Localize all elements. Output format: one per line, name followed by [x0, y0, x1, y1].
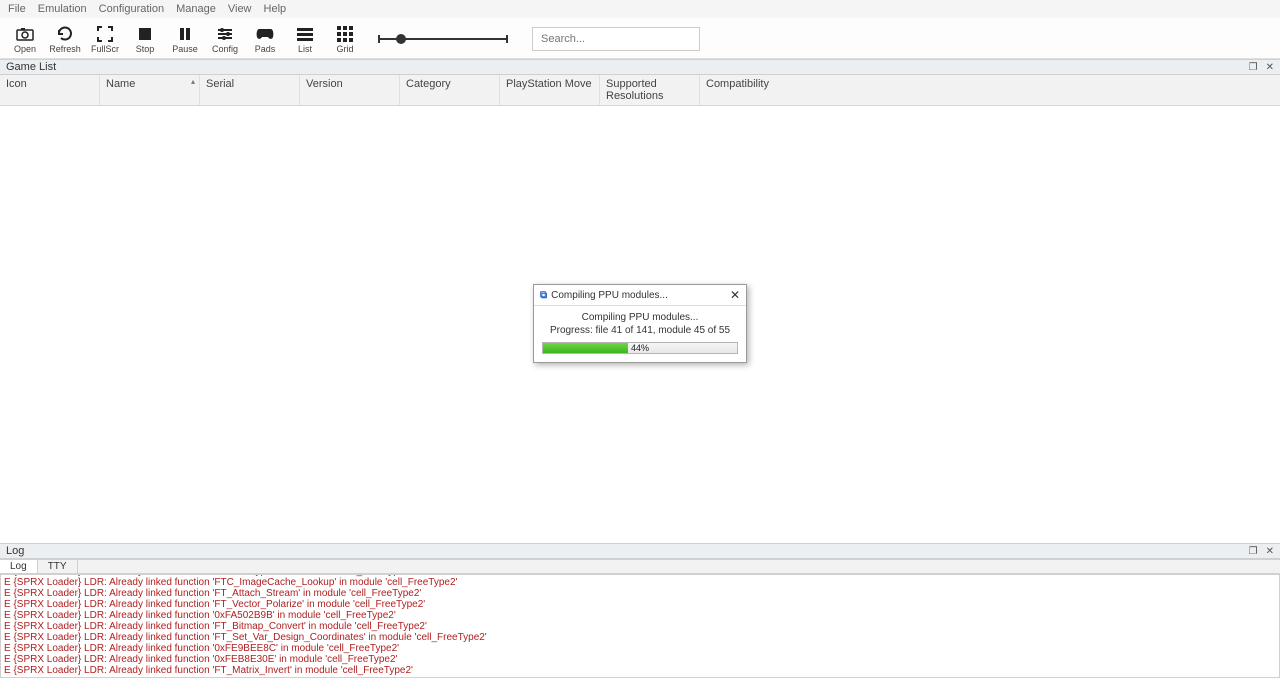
dialog-progress-text: Progress: file 41 of 141, module 45 of 5…	[542, 325, 738, 336]
log-line: E {SPRX Loader} LDR: Already linked func…	[4, 577, 1276, 588]
fullscreen-button[interactable]: FullScr	[88, 22, 122, 56]
icon-size-slider[interactable]	[378, 38, 508, 40]
menu-help[interactable]: Help	[264, 3, 287, 15]
sort-asc-icon: ▴	[191, 77, 195, 86]
log-panel-header: Log ❐ ✕	[0, 543, 1280, 559]
log-line: E {SPRX Loader} LDR: Already linked func…	[4, 610, 1276, 621]
menu-view[interactable]: View	[228, 3, 252, 15]
menu-bar: File Emulation Configuration Manage View…	[0, 0, 1280, 18]
log-line: E {SPRX Loader} LDR: Already linked func…	[4, 621, 1276, 632]
pause-button[interactable]: Pause	[168, 22, 202, 56]
stop-label: Stop	[136, 44, 155, 54]
refresh-label: Refresh	[49, 44, 81, 54]
refresh-button[interactable]: Refresh	[48, 22, 82, 56]
stop-icon	[138, 25, 152, 43]
log-panel: Log ❐ ✕ Log TTY E {SPRX Loader} LDR: Alr…	[0, 543, 1280, 678]
menu-manage[interactable]: Manage	[176, 3, 216, 15]
log-line: E {SPRX Loader} LDR: Already linked func…	[4, 599, 1276, 610]
gamelist-title: Game List	[6, 61, 56, 73]
stop-button[interactable]: Stop	[128, 22, 162, 56]
gamepad-icon	[256, 25, 274, 43]
column-serial[interactable]: Serial	[200, 75, 300, 105]
fullscreen-label: FullScr	[91, 44, 119, 54]
log-line: E {SPRX Loader} LDR: Already linked func…	[4, 654, 1276, 665]
column-name[interactable]: Name▴	[100, 75, 200, 105]
log-tabs: Log TTY	[0, 559, 1280, 574]
log-line: E {SPRX Loader} LDR: Already linked func…	[4, 643, 1276, 654]
close-icon[interactable]: ✕	[730, 288, 740, 302]
column-icon[interactable]: Icon	[0, 75, 100, 105]
tab-log[interactable]: Log	[0, 560, 38, 573]
pads-label: Pads	[255, 44, 276, 54]
restore-log-icon[interactable]: ❐	[1249, 546, 1258, 557]
log-body[interactable]: E {SPRX Loader} LDR: Already linked func…	[0, 574, 1280, 678]
log-title: Log	[6, 545, 24, 557]
close-panel-icon[interactable]: ✕	[1266, 62, 1274, 73]
list-label: List	[298, 44, 312, 54]
dialog-message: Compiling PPU modules...	[542, 312, 738, 323]
dialog-titlebar[interactable]: ⧉ Compiling PPU modules... ✕	[534, 285, 746, 306]
menu-file[interactable]: File	[8, 3, 26, 15]
column-resolutions[interactable]: Supported Resolutions	[600, 75, 700, 105]
progress-bar: 44%	[542, 342, 738, 354]
column-compatibility[interactable]: Compatibility	[700, 75, 800, 105]
camera-icon	[16, 25, 34, 43]
restore-icon[interactable]: ❐	[1249, 62, 1258, 73]
pads-button[interactable]: Pads	[248, 22, 282, 56]
config-label: Config	[212, 44, 238, 54]
column-psmove[interactable]: PlayStation Move	[500, 75, 600, 105]
grid-label: Grid	[336, 44, 353, 54]
config-button[interactable]: Config	[208, 22, 242, 56]
grid-icon	[337, 25, 353, 43]
gamelist-columns: Icon Name▴ Serial Version Category PlayS…	[0, 75, 1280, 106]
open-button[interactable]: Open	[8, 22, 42, 56]
search-input[interactable]	[532, 27, 700, 51]
toolbar: Open Refresh FullScr Stop Pause Config	[0, 18, 1280, 59]
app-icon: ⧉	[540, 290, 547, 301]
dialog-title: Compiling PPU modules...	[551, 290, 668, 301]
sliders-icon	[217, 25, 233, 43]
tab-tty[interactable]: TTY	[38, 560, 78, 573]
pause-label: Pause	[172, 44, 198, 54]
refresh-icon	[57, 25, 73, 43]
column-category[interactable]: Category	[400, 75, 500, 105]
progress-percent: 44%	[543, 343, 737, 353]
fullscreen-icon	[97, 25, 113, 43]
gamelist-panel-header: Game List ❐ ✕	[0, 59, 1280, 75]
grid-button[interactable]: Grid	[328, 22, 362, 56]
pause-icon	[178, 25, 192, 43]
list-button[interactable]: List	[288, 22, 322, 56]
log-line: E {SPRX Loader} LDR: Already linked func…	[4, 632, 1276, 643]
list-icon	[297, 25, 313, 43]
log-line: E {SPRX Loader} LDR: Already linked func…	[4, 588, 1276, 599]
close-log-icon[interactable]: ✕	[1266, 546, 1274, 557]
menu-configuration[interactable]: Configuration	[99, 3, 164, 15]
log-line: E {SPRX Loader} LDR: Already linked func…	[4, 665, 1276, 676]
compile-dialog: ⧉ Compiling PPU modules... ✕ Compiling P…	[533, 284, 747, 363]
open-label: Open	[14, 44, 36, 54]
column-version[interactable]: Version	[300, 75, 400, 105]
menu-emulation[interactable]: Emulation	[38, 3, 87, 15]
